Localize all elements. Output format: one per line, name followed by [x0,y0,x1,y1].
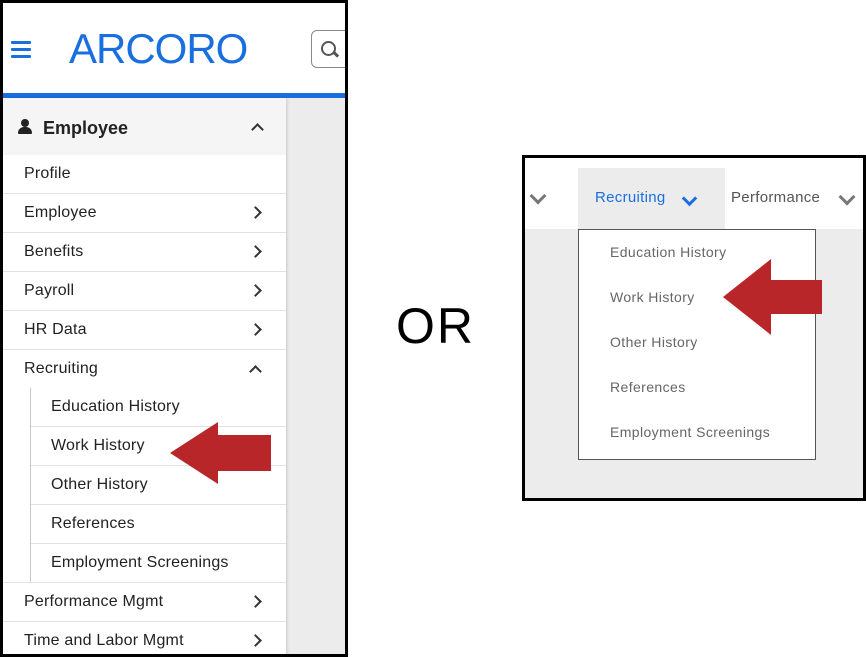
or-separator: OR [396,298,475,354]
sidebar-item-label: Performance Mgmt [24,593,164,610]
dropdown-item-education-history[interactable]: Education History [610,244,727,260]
sidebar-item-recruiting[interactable]: Recruiting [3,350,286,388]
chevron-right-icon [249,245,262,258]
sidebar-item-label: Time and Labor Mgmt [24,632,184,649]
sidebar-item-profile[interactable]: Profile [3,155,286,194]
sidebar-item-employee[interactable]: Employee [3,194,286,233]
right-panel: Recruiting Performance Education History… [522,155,866,501]
dropdown-item-employment-screenings[interactable]: Employment Screenings [610,424,770,440]
sidebar-item-payroll[interactable]: Payroll [3,272,286,311]
chevron-right-icon [249,634,262,647]
red-arrow-pointer-icon [723,259,822,335]
sidebar-item-label: Payroll [24,282,75,299]
sidebar-item-benefits[interactable]: Benefits [3,233,286,272]
submenu-item-employment-screenings[interactable]: Employment Screenings [31,544,286,582]
chevron-down-icon[interactable] [529,187,547,205]
recruiting-submenu: Education History Work History Other His… [30,388,286,582]
person-icon [18,119,32,134]
dropdown-item-references[interactable]: References [610,379,686,395]
chevron-up-icon [251,123,264,136]
hamburger-menu-icon[interactable] [11,41,31,58]
search-input[interactable] [311,30,345,68]
sidebar-item-label: Benefits [24,243,84,260]
submenu-item-label: Other History [51,476,148,493]
tab-recruiting[interactable]: Recruiting [578,168,725,229]
menu-header-employee[interactable]: Employee [3,98,286,155]
sidebar-item-hr-data[interactable]: HR Data [3,311,286,350]
chevron-down-icon [681,190,698,207]
sidebar-item-label: HR Data [24,321,87,338]
submenu-item-label: Employment Screenings [51,554,229,571]
submenu-item-label: Education History [51,398,180,415]
dropdown-item-other-history[interactable]: Other History [610,334,698,350]
top-nav: Recruiting Performance [525,158,863,229]
top-bar: ARCORO [3,3,345,98]
tab-label: Recruiting [595,189,666,206]
tab-performance[interactable]: Performance [731,189,820,206]
content-area [286,98,345,654]
chevron-right-icon [249,206,262,219]
submenu-item-label: Work History [51,437,145,454]
sidebar-menu: Employee Profile Employee Benefits Payro… [3,98,286,654]
dropdown-item-work-history[interactable]: Work History [610,289,695,305]
sidebar-item-time-and-labor-mgmt[interactable]: Time and Labor Mgmt [3,622,286,654]
arcoro-logo: ARCORO [69,25,248,72]
chevron-right-icon [249,323,262,336]
search-icon [321,41,336,56]
menu-header-title: Employee [43,118,129,138]
chevron-down-icon[interactable] [838,188,856,206]
sidebar-item-performance-mgmt[interactable]: Performance Mgmt [3,583,286,622]
sidebar-item-label: Employee [24,204,97,221]
left-panel: ARCORO Employee Profile Employee Benefit… [0,0,348,657]
chevron-right-icon [249,284,262,297]
red-arrow-pointer-icon [170,422,271,484]
sidebar-item-label: Profile [24,165,71,182]
sidebar-item-label: Recruiting [24,360,99,377]
chevron-up-icon [249,365,262,378]
submenu-item-references[interactable]: References [31,505,286,544]
submenu-item-label: References [51,515,135,532]
chevron-right-icon [249,595,262,608]
